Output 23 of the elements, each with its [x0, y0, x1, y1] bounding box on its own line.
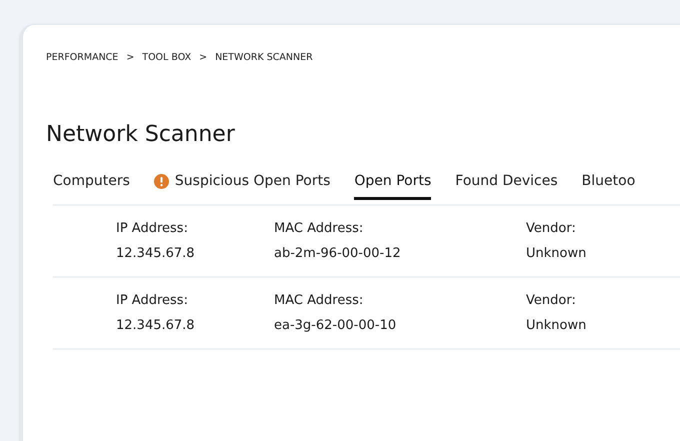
tab[interactable]: Bluetoo: [582, 170, 636, 200]
tab[interactable]: Found Devices: [455, 170, 558, 200]
breadcrumb-separator: >: [199, 50, 208, 65]
field-label: IP Address:: [116, 220, 189, 238]
field-value: 12.345.67.8: [116, 245, 196, 263]
field-value: ea-3g-62-00-00-10: [274, 317, 398, 335]
field-label: Vendor:: [526, 292, 577, 310]
field-label: MAC Address:: [274, 220, 364, 238]
tab[interactable]: Computers: [53, 170, 130, 200]
field-value: ab-2m-96-00-00-12: [274, 245, 402, 263]
field-label: MAC Address:: [274, 292, 364, 310]
page-title: Network Scanner: [46, 121, 236, 149]
field-value: 12.345.67.8: [116, 317, 196, 335]
field-label: Vendor:: [526, 220, 577, 238]
field-label: IP Address:: [116, 292, 189, 310]
breadcrumb-link[interactable]: NETWORK SCANNER: [215, 50, 313, 66]
field-value: Unknown: [526, 245, 588, 263]
breadcrumb-separator: >: [126, 50, 134, 65]
breadcrumb-link[interactable]: TOOL BOX: [142, 50, 192, 66]
tab[interactable]: Suspicious Open Ports: [154, 170, 330, 200]
tab[interactable]: Open Ports: [354, 170, 432, 200]
field-value: Unknown: [526, 317, 588, 335]
breadcrumb-link[interactable]: PERFORMANCE: [46, 50, 118, 66]
